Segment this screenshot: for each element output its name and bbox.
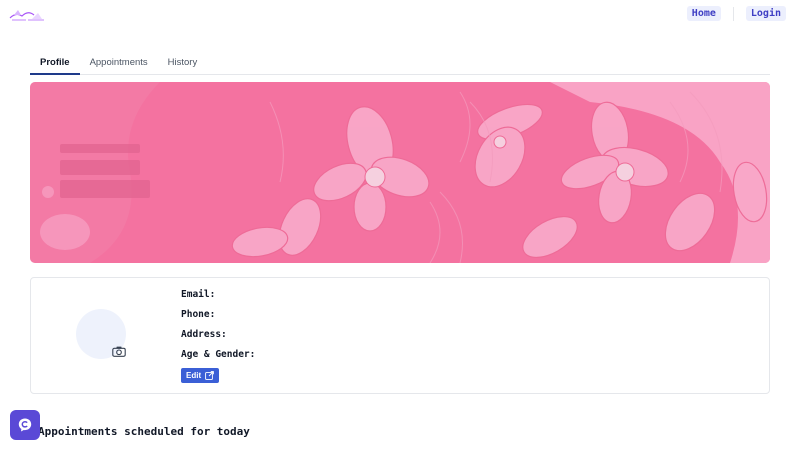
profile-card: Email: Phone: Address: Age & Gender: Edi… [30,277,770,394]
login-button[interactable]: Login [745,6,786,21]
nav-divider [732,6,734,21]
logo-icon[interactable] [8,6,48,24]
profile-tabs: Profile Appointments History [30,54,770,75]
home-button[interactable]: Home [686,6,721,21]
tab-history[interactable]: History [158,54,208,75]
chat-support-button[interactable] [10,410,40,440]
edit-icon [205,371,214,380]
profile-info: Email: Phone: Address: Age & Gender: [181,289,255,369]
edit-button-label: Edit [186,371,202,380]
appointments-section-title: Appointments scheduled for today [38,425,250,438]
navbar: Home Login [0,0,800,30]
appointments-subtext-clipped [30,446,140,450]
camera-icon[interactable] [112,346,126,357]
profile-banner [30,82,770,263]
email-label: Email: [181,289,216,300]
chat-support-icon [18,418,32,432]
phone-label: Phone: [181,309,216,320]
banner-floral-image [30,82,770,263]
edit-profile-button[interactable]: Edit [181,368,220,383]
address-label: Address: [181,329,227,340]
age-gender-label: Age & Gender: [181,349,256,360]
tab-profile[interactable]: Profile [30,54,80,75]
tab-appointments[interactable]: Appointments [80,54,158,75]
